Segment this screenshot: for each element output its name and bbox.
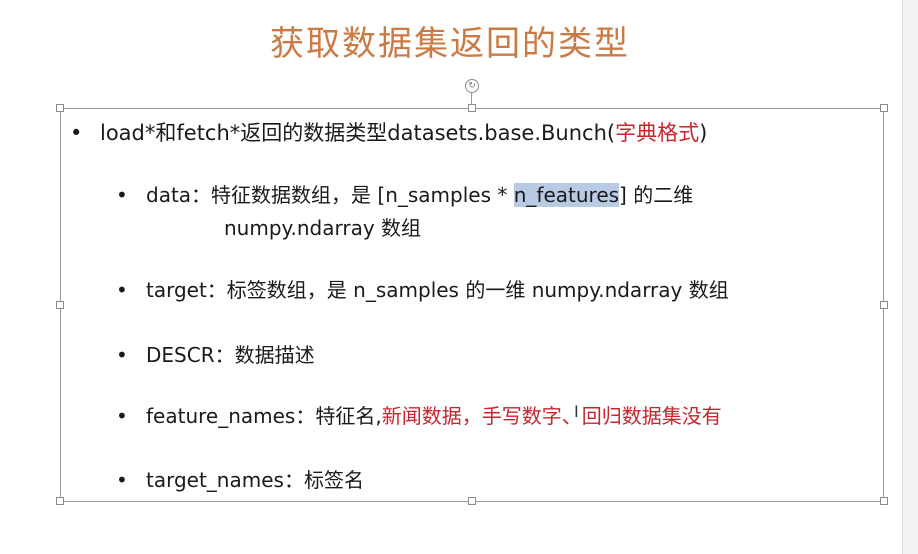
resize-handle-left[interactable] <box>56 301 64 309</box>
window-edge <box>902 0 918 554</box>
bullet-dot: • <box>116 183 128 207</box>
bullet-data-text: data：特征数据数组，是 [n_samples * <box>146 183 514 207</box>
slide-title: 获取数据集返回的类型 <box>270 24 630 64</box>
bullet-dot: • <box>116 468 128 492</box>
bullet-dot: • <box>116 278 128 302</box>
resize-handle-bottom-right[interactable] <box>880 497 888 505</box>
bullet-main[interactable]: • load*和fetch*返回的数据类型datasets.base.Bunch… <box>70 118 708 148</box>
bullet-data[interactable]: • data：特征数据数组，是 [n_samples * n_features]… <box>116 180 694 210</box>
selected-text[interactable]: n_features <box>513 183 620 207</box>
resize-handle-bottom-left[interactable] <box>56 497 64 505</box>
resize-handle-right[interactable] <box>880 301 888 309</box>
rotate-handle-icon[interactable]: ↻ <box>465 79 479 93</box>
bullet-descr-text: DESCR：数据描述 <box>146 343 315 367</box>
bullet-feature-names-red: 新闻数据，手写数字、回归数据集没有 <box>381 404 722 428</box>
bullet-target-text: target：标签数组，是 n_samples 的一维 numpy.ndarra… <box>146 278 729 302</box>
bullet-dot: • <box>116 343 128 367</box>
bullet-descr[interactable]: • DESCR：数据描述 <box>116 340 315 370</box>
bullet-main-after: ) <box>699 121 708 145</box>
bullet-data-continuation: numpy.ndarray 数组 <box>224 216 422 240</box>
selected-text-box[interactable] <box>60 108 884 502</box>
resize-handle-top-right[interactable] <box>880 104 888 112</box>
bullet-target-names-text: target_names：标签名 <box>146 468 364 492</box>
bullet-target[interactable]: • target：标签数组，是 n_samples 的一维 numpy.ndar… <box>116 275 729 305</box>
bullet-target-names[interactable]: • target_names：标签名 <box>116 465 364 495</box>
bullet-dot: • <box>116 404 128 428</box>
resize-handle-top-left[interactable] <box>56 104 64 112</box>
text-cursor-icon: I <box>574 402 579 421</box>
resize-handle-bottom[interactable] <box>468 497 476 505</box>
resize-handle-top[interactable] <box>468 104 476 112</box>
bullet-main-red: 字典格式 <box>615 121 700 145</box>
bullet-feature-names[interactable]: • feature_names：特征名,新闻数据，手写数字、回归数据集没有 <box>116 401 722 431</box>
bullet-feature-names-text: feature_names：特征名, <box>146 404 382 428</box>
bullet-dot: • <box>70 121 83 145</box>
bullet-data-after: ] 的二维 <box>619 183 694 207</box>
bullet-main-text: load*和fetch*返回的数据类型datasets.base.Bunch( <box>100 121 616 145</box>
